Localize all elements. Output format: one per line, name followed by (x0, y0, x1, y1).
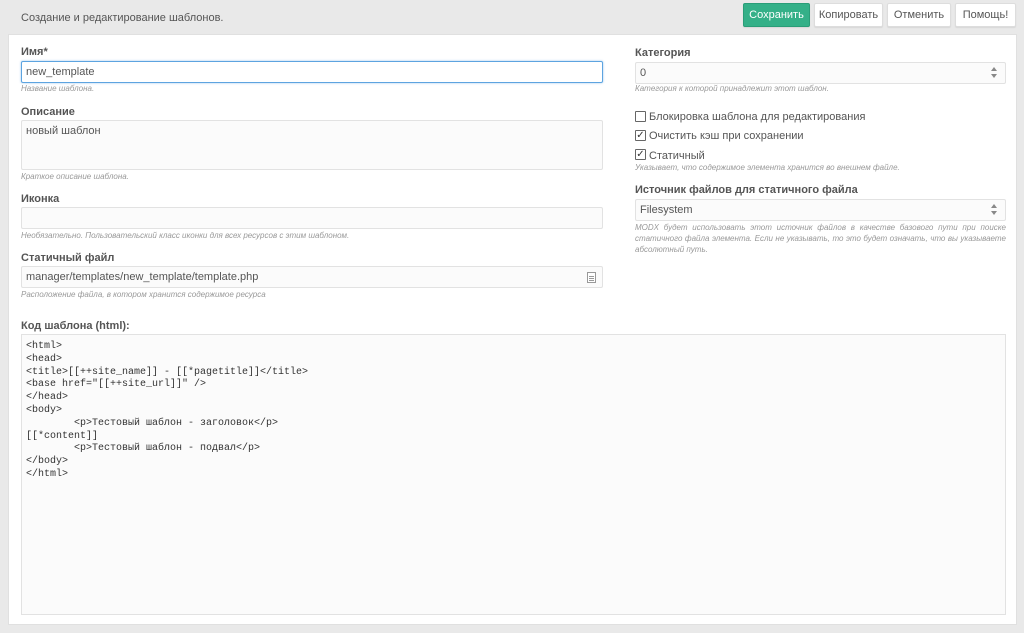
icon-hint: Необязательно. Пользовательский класс ик… (21, 231, 350, 240)
clear-cache-checkbox-label[interactable]: Очистить кэш при сохранении (649, 130, 804, 142)
static-hint: Указывает, что содержимое элемента храни… (635, 163, 900, 172)
icon-input[interactable] (21, 207, 603, 229)
source-select[interactable]: Filesystem (635, 199, 1006, 221)
description-label: Описание (21, 106, 75, 118)
source-value: Filesystem (640, 204, 693, 216)
static-file-label: Статичный файл (21, 252, 115, 264)
lock-checkbox-label[interactable]: Блокировка шаблона для редактирования (649, 111, 865, 123)
file-browse-icon[interactable] (587, 272, 596, 283)
static-checkbox-label[interactable]: Статичный (649, 150, 705, 162)
help-button[interactable]: Помощь! (955, 3, 1016, 27)
description-hint: Краткое описание шаблона. (21, 172, 129, 181)
select-arrows-icon (991, 67, 997, 79)
source-hint: MODX будет использовать этот источник фа… (635, 223, 1006, 254)
category-value: 0 (640, 67, 647, 79)
name-hint: Название шаблона. (21, 84, 95, 93)
cancel-button[interactable]: Отменить (887, 3, 951, 27)
template-code-editor[interactable]: <html> <head> <title>[[++site_name]] - [… (21, 334, 1006, 615)
static-checkbox[interactable]: ✓ (635, 149, 646, 160)
static-file-value: manager/templates/new_template/template.… (26, 271, 259, 283)
top-toolbar: Создание и редактирование шаблонов. Сохр… (0, 0, 1024, 34)
category-select[interactable]: 0 (635, 62, 1006, 84)
copy-button[interactable]: Копировать (814, 3, 883, 27)
clear-cache-checkbox[interactable]: ✓ (635, 130, 646, 141)
description-textarea[interactable]: новый шаблон (21, 120, 603, 170)
name-label: Имя* (21, 46, 48, 58)
page-title: Создание и редактирование шаблонов. (21, 12, 224, 24)
lock-checkbox[interactable] (635, 111, 646, 122)
select-arrows-icon (991, 204, 997, 216)
static-file-input[interactable]: manager/templates/new_template/template.… (21, 266, 603, 288)
name-input[interactable]: new_template (21, 61, 603, 83)
static-file-hint: Расположение файла, в котором хранится с… (21, 290, 266, 299)
source-label: Источник файлов для статичного файла (635, 184, 858, 196)
code-label: Код шаблона (html): (21, 320, 130, 332)
save-button[interactable]: Сохранить (743, 3, 810, 27)
category-label: Категория (635, 47, 691, 59)
category-hint: Категория к которой принадлежит этот шаб… (635, 84, 829, 93)
icon-label: Иконка (21, 193, 60, 205)
